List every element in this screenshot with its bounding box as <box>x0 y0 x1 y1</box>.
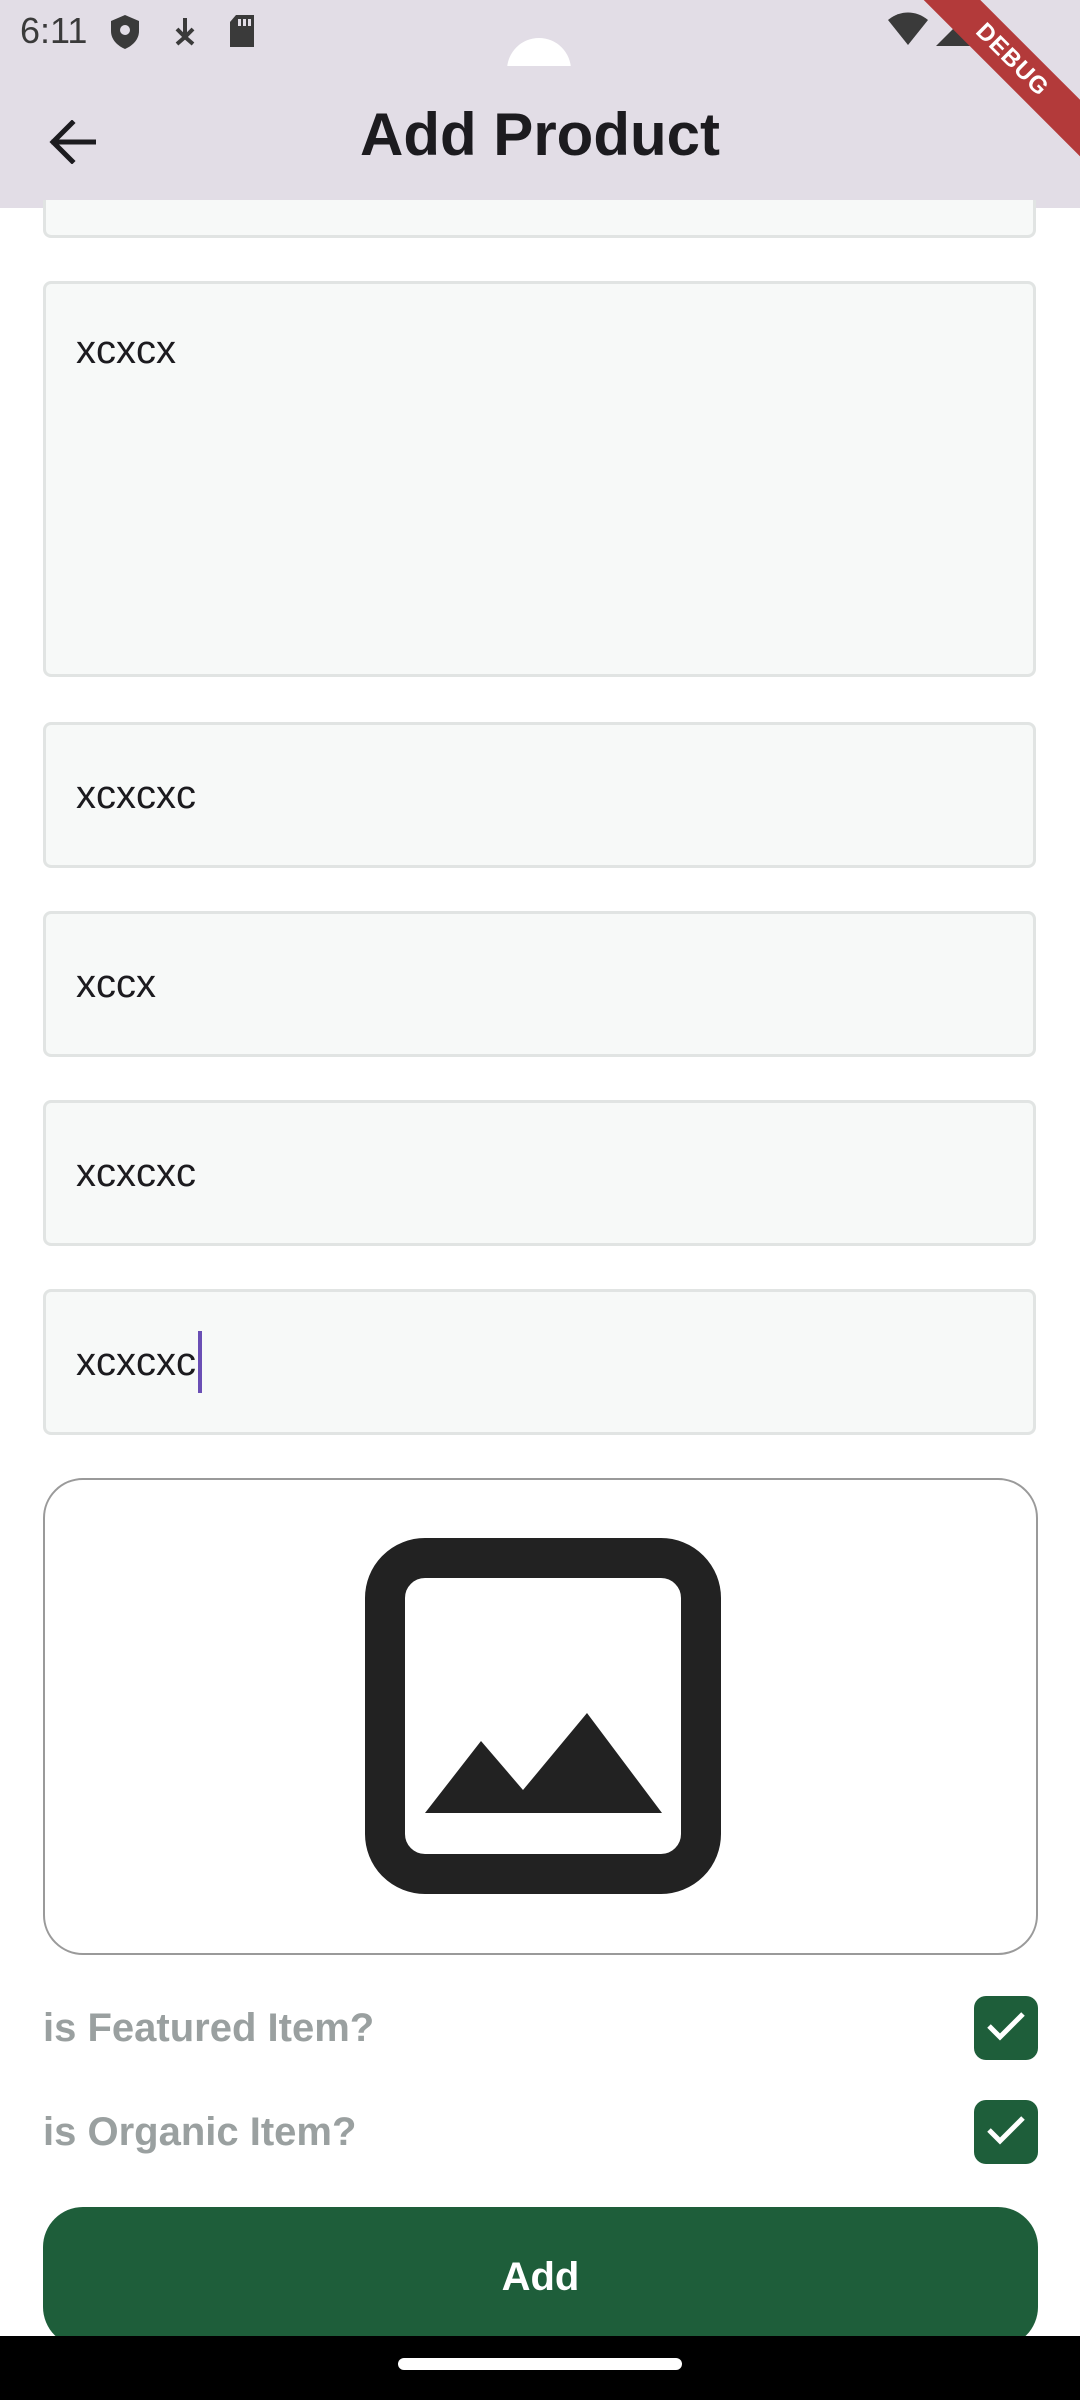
sd-card-icon <box>228 14 256 53</box>
organic-checkbox[interactable] <box>974 2100 1038 2164</box>
add-button[interactable]: Add <box>43 2207 1038 2347</box>
previous-field-partial[interactable] <box>43 200 1036 238</box>
status-time: 6:11 <box>20 10 88 51</box>
image-placeholder-icon <box>365 1538 721 1894</box>
organic-option: is Organic Item? <box>43 2100 1038 2164</box>
gesture-nav-bar <box>0 2336 1080 2400</box>
input-field-3[interactable]: xcxcxc <box>43 1100 1036 1246</box>
wifi-icon <box>888 12 928 51</box>
description-field-value: xcxcx <box>76 328 176 372</box>
input-field-2[interactable]: xccx <box>43 911 1036 1057</box>
download-icon <box>170 14 200 55</box>
input-field-3-value: xcxcxc <box>76 1150 196 1195</box>
home-indicator[interactable] <box>398 2358 682 2370</box>
shield-icon <box>110 14 140 55</box>
featured-label: is Featured Item? <box>43 2006 375 2050</box>
featured-option: is Featured Item? <box>43 1996 1038 2060</box>
input-field-2-value: xccx <box>76 961 156 1006</box>
input-field-1-value: xcxcxc <box>76 772 196 817</box>
app-bar: Add Product <box>0 66 1080 208</box>
input-field-4-value: xcxcxc <box>76 1339 196 1384</box>
description-field[interactable]: xcxcx <box>43 281 1036 677</box>
input-field-4[interactable]: xcxcxc <box>43 1289 1036 1435</box>
featured-checkbox[interactable] <box>974 1996 1038 2060</box>
text-cursor <box>198 1331 202 1393</box>
check-icon <box>986 2114 1026 2151</box>
image-picker[interactable] <box>43 1478 1038 1955</box>
input-field-1[interactable]: xcxcxc <box>43 722 1036 868</box>
organic-label: is Organic Item? <box>43 2110 357 2154</box>
check-icon <box>986 2010 1026 2047</box>
status-bar: 6:11 <box>0 0 1080 102</box>
page-title: Add Product <box>360 101 720 168</box>
